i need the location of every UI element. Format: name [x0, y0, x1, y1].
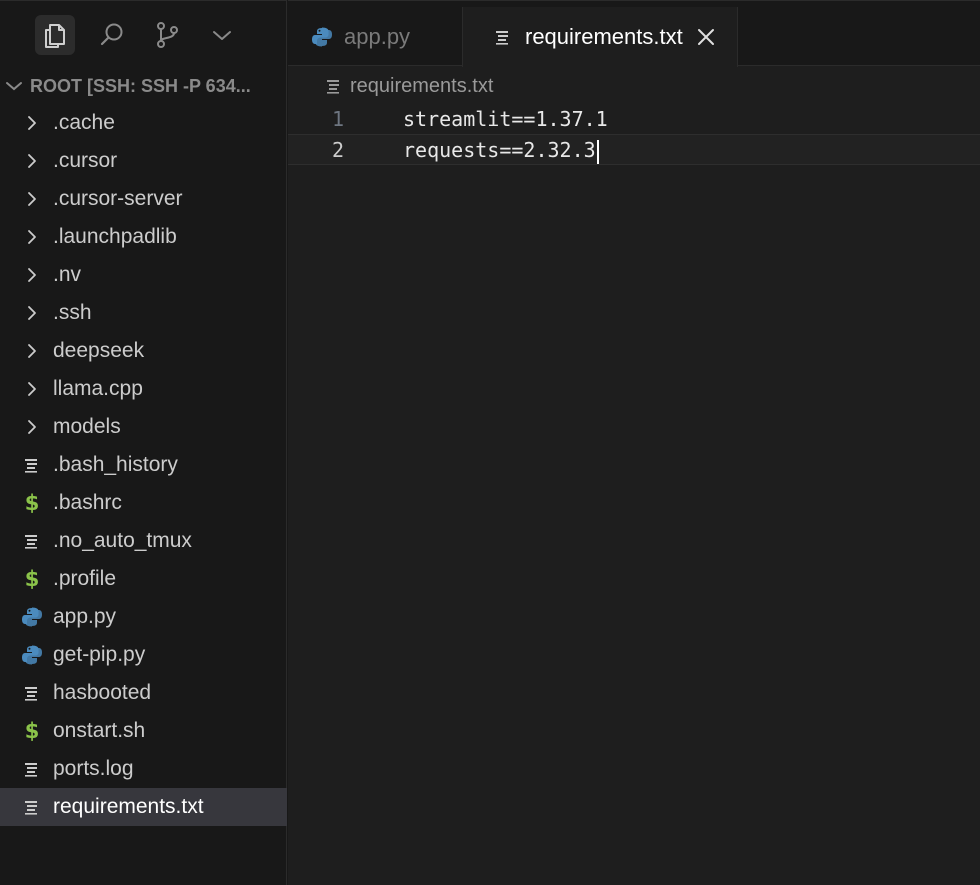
tree-folder[interactable]: llama.cpp [0, 370, 287, 408]
tree-file[interactable]: hasbooted [0, 674, 287, 712]
tree-file[interactable]: .no_auto_tmux [0, 522, 287, 560]
tree-folder[interactable]: .cursor [0, 142, 287, 180]
chevron-down-icon[interactable] [202, 15, 242, 55]
tree-item-label: onstart.sh [53, 719, 146, 742]
dollar-glyph: $ [24, 491, 40, 515]
search-icon[interactable] [92, 15, 132, 55]
tree-folder[interactable]: .nv [0, 256, 287, 294]
tree-item-label: .profile [53, 567, 117, 590]
tab-bar: app.py requirements.txt [288, 0, 980, 67]
activity-bar [0, 0, 287, 67]
tree-item-label: .cursor [53, 149, 118, 172]
tree-item-label: .cursor-server [53, 187, 183, 210]
breadcrumb[interactable]: requirements.txt [326, 71, 493, 101]
tree-item-label: requirements.txt [53, 795, 204, 818]
tree-folder[interactable]: deepseek [0, 332, 287, 370]
tab-requirements-txt[interactable]: requirements.txt [462, 7, 738, 67]
tree-item-label: .launchpadlib [53, 225, 177, 248]
files-icon[interactable] [35, 15, 75, 55]
tree-folder[interactable]: .cursor-server [0, 180, 287, 218]
tab-label: requirements.txt [525, 24, 683, 49]
tree-item-label: .ssh [53, 301, 92, 324]
code-line-current[interactable]: 2 requests==2.32.3 [288, 134, 980, 165]
tab-app-py[interactable]: app.py [288, 7, 462, 67]
source-control-icon[interactable] [147, 15, 187, 55]
text-file-icon [20, 750, 44, 788]
tree-file[interactable]: app.py [0, 598, 287, 636]
tree-item-label: hasbooted [53, 681, 152, 704]
sidebar: ROOT [SSH: SSH -P 634... .cache .cursor .c… [0, 0, 287, 885]
tree-folder[interactable]: .ssh [0, 294, 287, 332]
tree-item-label: get-pip.py [53, 643, 146, 666]
tree-item-label: ports.log [53, 757, 134, 780]
tree-item-label: .cache [53, 111, 115, 134]
shell-script-icon: $ [20, 560, 44, 598]
code-line[interactable]: 1 streamlit==1.37.1 [288, 103, 980, 134]
chevron-right-icon [20, 104, 44, 142]
chevron-right-icon [20, 408, 44, 446]
text-file-icon [20, 788, 44, 826]
text-caret [596, 139, 599, 164]
explorer-header[interactable]: ROOT [SSH: SSH -P 634... [0, 68, 287, 104]
shell-script-icon: $ [20, 484, 44, 522]
tree-item-label: app.py [53, 605, 117, 628]
tree-file[interactable]: $ onstart.sh [0, 712, 287, 750]
chevron-right-icon [20, 370, 44, 408]
line-text: streamlit==1.37.1 [403, 107, 608, 131]
tree-file[interactable]: .bash_history [0, 446, 287, 484]
chevron-right-icon [20, 142, 44, 180]
tree-item-label: .bash_history [53, 453, 178, 476]
tree-file[interactable]: requirements.txt [0, 788, 287, 826]
tab-label: app.py [344, 24, 411, 49]
python-icon [310, 27, 334, 47]
text-file-icon [491, 29, 515, 45]
file-tree: .cache .cursor .cursor-server .launchpadlib… [0, 104, 287, 826]
tree-file[interactable]: $ .bashrc [0, 484, 287, 522]
line-text: requests==2.32.3 [403, 138, 596, 162]
line-number: 2 [332, 138, 345, 162]
text-file-icon [20, 674, 44, 712]
text-file-icon [326, 78, 342, 94]
dollar-glyph: $ [24, 567, 40, 591]
tree-item-label: .nv [53, 263, 82, 286]
tree-folder[interactable]: models [0, 408, 287, 446]
tree-file[interactable]: get-pip.py [0, 636, 287, 674]
tree-file[interactable]: $ .profile [0, 560, 287, 598]
breadcrumb-file: requirements.txt [350, 74, 494, 97]
code-editor[interactable]: 1 streamlit==1.37.1 2 requests==2.32.3 [288, 103, 980, 165]
text-file-icon [20, 446, 44, 484]
line-text-with-caret: requests==2.32.3 [403, 138, 599, 164]
chevron-down-icon [2, 80, 26, 92]
tree-item-label: .bashrc [53, 491, 122, 514]
chevron-right-icon [20, 256, 44, 294]
python-icon [20, 598, 44, 636]
python-icon [20, 636, 44, 674]
text-file-icon [20, 522, 44, 560]
tree-item-label: llama.cpp [53, 377, 143, 400]
tree-item-label: deepseek [53, 339, 145, 362]
tree-item-label: .no_auto_tmux [53, 529, 192, 552]
close-icon[interactable] [697, 28, 715, 46]
chevron-right-icon [20, 332, 44, 370]
dollar-glyph: $ [24, 719, 40, 743]
chevron-right-icon [20, 218, 44, 256]
explorer-title: ROOT [SSH: SSH -P 634... [30, 75, 251, 96]
shell-script-icon: $ [20, 712, 44, 750]
tree-folder[interactable]: .cache [0, 104, 287, 142]
chevron-right-icon [20, 294, 44, 332]
line-number: 1 [332, 107, 345, 131]
editor-area: app.py requirements.txt requirements.txt… [288, 0, 980, 885]
tree-folder[interactable]: .launchpadlib [0, 218, 287, 256]
chevron-right-icon [20, 180, 44, 218]
tree-file[interactable]: ports.log [0, 750, 287, 788]
tree-item-label: models [53, 415, 121, 438]
